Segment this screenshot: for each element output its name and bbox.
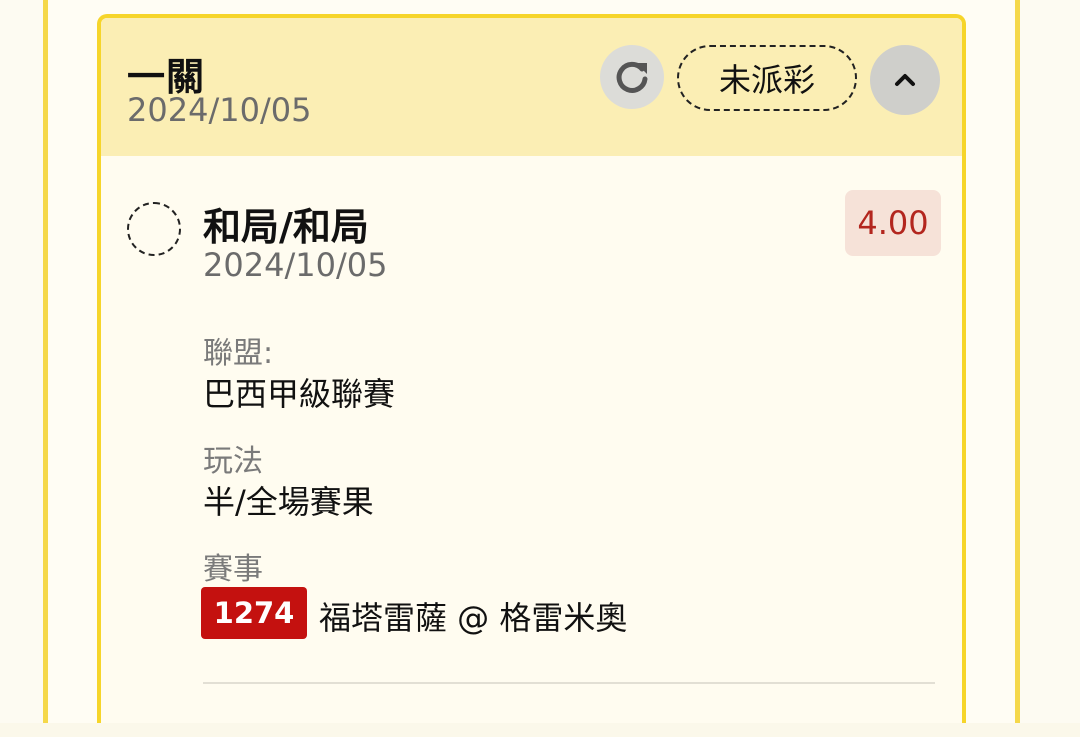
- odds-badge: 4.00: [845, 190, 941, 256]
- league-label: 聯盟:: [203, 336, 274, 371]
- selection-date: 2024/10/05: [203, 246, 388, 284]
- status-badge: 未派彩: [677, 45, 857, 111]
- card-header: 一關 2024/10/05 未派彩: [101, 18, 962, 156]
- chevron-up-icon: [895, 74, 915, 86]
- match-code-badge: 1274: [201, 587, 307, 639]
- bet-type-label: 玩法: [203, 444, 263, 479]
- match-label: 賽事: [203, 552, 263, 587]
- divider: [203, 682, 935, 684]
- bet-date: 2024/10/05: [127, 91, 312, 129]
- refresh-icon: [616, 61, 648, 93]
- refresh-button[interactable]: [600, 45, 664, 109]
- bottom-strip: [0, 723, 1080, 737]
- match-name: 福塔雷薩 @ 格雷米奧: [319, 599, 628, 637]
- bet-card: 一關 2024/10/05 未派彩 和局/和局 2024/10/05 4.00 …: [97, 14, 966, 737]
- league-value: 巴西甲級聯賽: [203, 375, 396, 413]
- bet-type-value: 半/全場賽果: [203, 483, 374, 521]
- selection-status-icon: [127, 202, 181, 256]
- collapse-button[interactable]: [870, 45, 940, 115]
- selection-title: 和局/和局: [203, 205, 369, 249]
- bet-detail-page: 一關 2024/10/05 未派彩 和局/和局 2024/10/05 4.00 …: [0, 0, 1080, 737]
